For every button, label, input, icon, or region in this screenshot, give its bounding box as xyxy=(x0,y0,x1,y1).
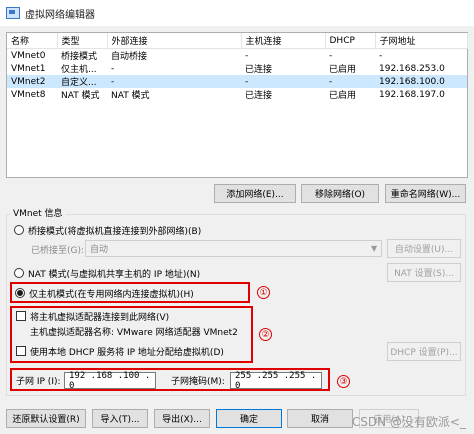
hostonly-radio[interactable] xyxy=(15,288,25,298)
cell-host: 已连接 xyxy=(245,65,273,75)
table-row[interactable]: VMnet1 仅主机... - 已连接 已启用 192.168.253.0 xyxy=(7,62,467,76)
cell-dhcp: 已启用 xyxy=(329,91,357,101)
cell-name: VMnet8 xyxy=(11,89,46,100)
cell-subnet: 192.168.197.0 xyxy=(379,89,445,100)
column-header-type[interactable]: 类型 xyxy=(57,33,108,49)
cell-type: NAT 模式 xyxy=(61,91,100,101)
cell-external: 自动桥接 xyxy=(111,52,148,62)
bridged-to-label: 已桥接至(G): xyxy=(31,246,85,256)
cell-external: - xyxy=(111,63,115,74)
cell-dhcp: - xyxy=(325,75,375,88)
bridged-radio-label[interactable]: 桥接模式(将虚拟机直接连接到外部网络)(B) xyxy=(28,224,201,237)
adapter-name-text: 主机虚拟适配器名称: VMware 网络适配器 VMnet2 xyxy=(30,328,238,338)
column-header-external[interactable]: 外部连接 xyxy=(107,33,242,49)
column-header-subnet[interactable]: 子网地址 xyxy=(375,33,468,49)
watermark-text: CSDN @没有欧派<_ xyxy=(351,415,466,429)
auto-settings-button[interactable]: 自动设置(U)... xyxy=(387,239,461,258)
subnet-mask-input[interactable]: 255 .255 .255 . 0 xyxy=(230,371,322,391)
cell-host: - xyxy=(245,50,249,61)
network-list[interactable]: 名称 类型 外部连接 主机连接 DHCP 子网地址 VMnet0 桥接模式 自动… xyxy=(6,32,468,178)
cell-subnet: - xyxy=(379,50,383,61)
vmnet-info-title: VMnet 信息 xyxy=(10,206,66,219)
import-button[interactable]: 导入(T)... xyxy=(92,409,148,428)
restore-defaults-button[interactable]: 还原默认设置(R) xyxy=(6,409,86,428)
add-network-button[interactable]: 添加网络(E)... xyxy=(214,184,296,203)
column-header-host[interactable]: 主机连接 xyxy=(241,33,326,49)
cell-host: 已连接 xyxy=(245,91,273,101)
bridged-to-select[interactable]: 自动 ▼ xyxy=(85,240,382,257)
ok-button[interactable]: 确定 xyxy=(216,409,282,428)
connect-adapter-checkbox[interactable] xyxy=(16,311,26,321)
cell-external: NAT 模式 xyxy=(111,91,150,101)
connect-adapter-label[interactable]: 将主机虚拟适配器连接到此网络(V) xyxy=(30,310,169,323)
annotation-marker-3: ③ xyxy=(337,375,350,388)
cell-subnet: 192.168.100.0 xyxy=(375,75,467,88)
subnet-ip-input[interactable]: 192 .168 .100 . 0 xyxy=(64,371,156,391)
cell-type: 仅主机... xyxy=(61,65,97,75)
remove-network-button[interactable]: 移除网络(O) xyxy=(301,184,379,203)
cell-name: VMnet2 xyxy=(7,75,57,88)
table-header-row: 名称 类型 外部连接 主机连接 DHCP 子网地址 xyxy=(7,33,468,49)
rename-network-button[interactable]: 重命名网络(W)... xyxy=(385,184,466,203)
table-row[interactable]: VMnet0 桥接模式 自动桥接 - - - xyxy=(7,49,467,63)
nat-settings-button[interactable]: NAT 设置(S)... xyxy=(387,263,461,282)
cell-type: 桥接模式 xyxy=(61,52,98,62)
cancel-button[interactable]: 取消 xyxy=(287,409,353,428)
title-bar: 虚拟网络编辑器 xyxy=(0,0,474,26)
bridged-to-value: 自动 xyxy=(90,245,109,255)
use-dhcp-checkbox[interactable] xyxy=(16,346,26,356)
cell-name: VMnet0 xyxy=(11,50,46,61)
cell-dhcp: - xyxy=(329,50,333,61)
chevron-down-icon: ▼ xyxy=(371,244,378,253)
cell-dhcp: 已启用 xyxy=(329,65,357,75)
cell-name: VMnet1 xyxy=(11,63,46,74)
export-button[interactable]: 导出(X)... xyxy=(154,409,210,428)
column-header-dhcp[interactable]: DHCP xyxy=(325,33,376,49)
cell-host: - xyxy=(241,75,325,88)
cell-subnet: 192.168.253.0 xyxy=(379,63,445,74)
hostonly-radio-label[interactable]: 仅主机模式(在专用网络内连接虚拟机)(H) xyxy=(29,287,194,300)
table-row-selected[interactable]: VMnet2 自定义... - - - 192.168.100.0 xyxy=(7,75,467,88)
nat-radio-label[interactable]: NAT 模式(与虚拟机共享主机的 IP 地址)(N) xyxy=(28,267,200,280)
use-dhcp-label[interactable]: 使用本地 DHCP 服务将 IP 地址分配给虚拟机(D) xyxy=(30,345,224,358)
column-header-name[interactable]: 名称 xyxy=(7,33,58,49)
table-row[interactable]: VMnet8 NAT 模式 NAT 模式 已连接 已启用 192.168.197… xyxy=(7,88,467,102)
nat-radio[interactable] xyxy=(14,268,24,278)
cell-external: - xyxy=(107,75,241,88)
annotation-marker-1: ① xyxy=(257,286,270,299)
cell-type: 自定义... xyxy=(57,75,107,88)
bridged-radio[interactable] xyxy=(14,225,24,235)
dhcp-settings-button[interactable]: DHCP 设置(P)... xyxy=(387,342,461,361)
subnet-ip-label: 子网 IP (I): xyxy=(16,377,61,387)
window-title: 虚拟网络编辑器 xyxy=(25,9,95,21)
network-editor-icon xyxy=(6,7,20,19)
subnet-mask-label: 子网掩码(M): xyxy=(171,377,225,387)
annotation-marker-2: ② xyxy=(259,328,272,341)
